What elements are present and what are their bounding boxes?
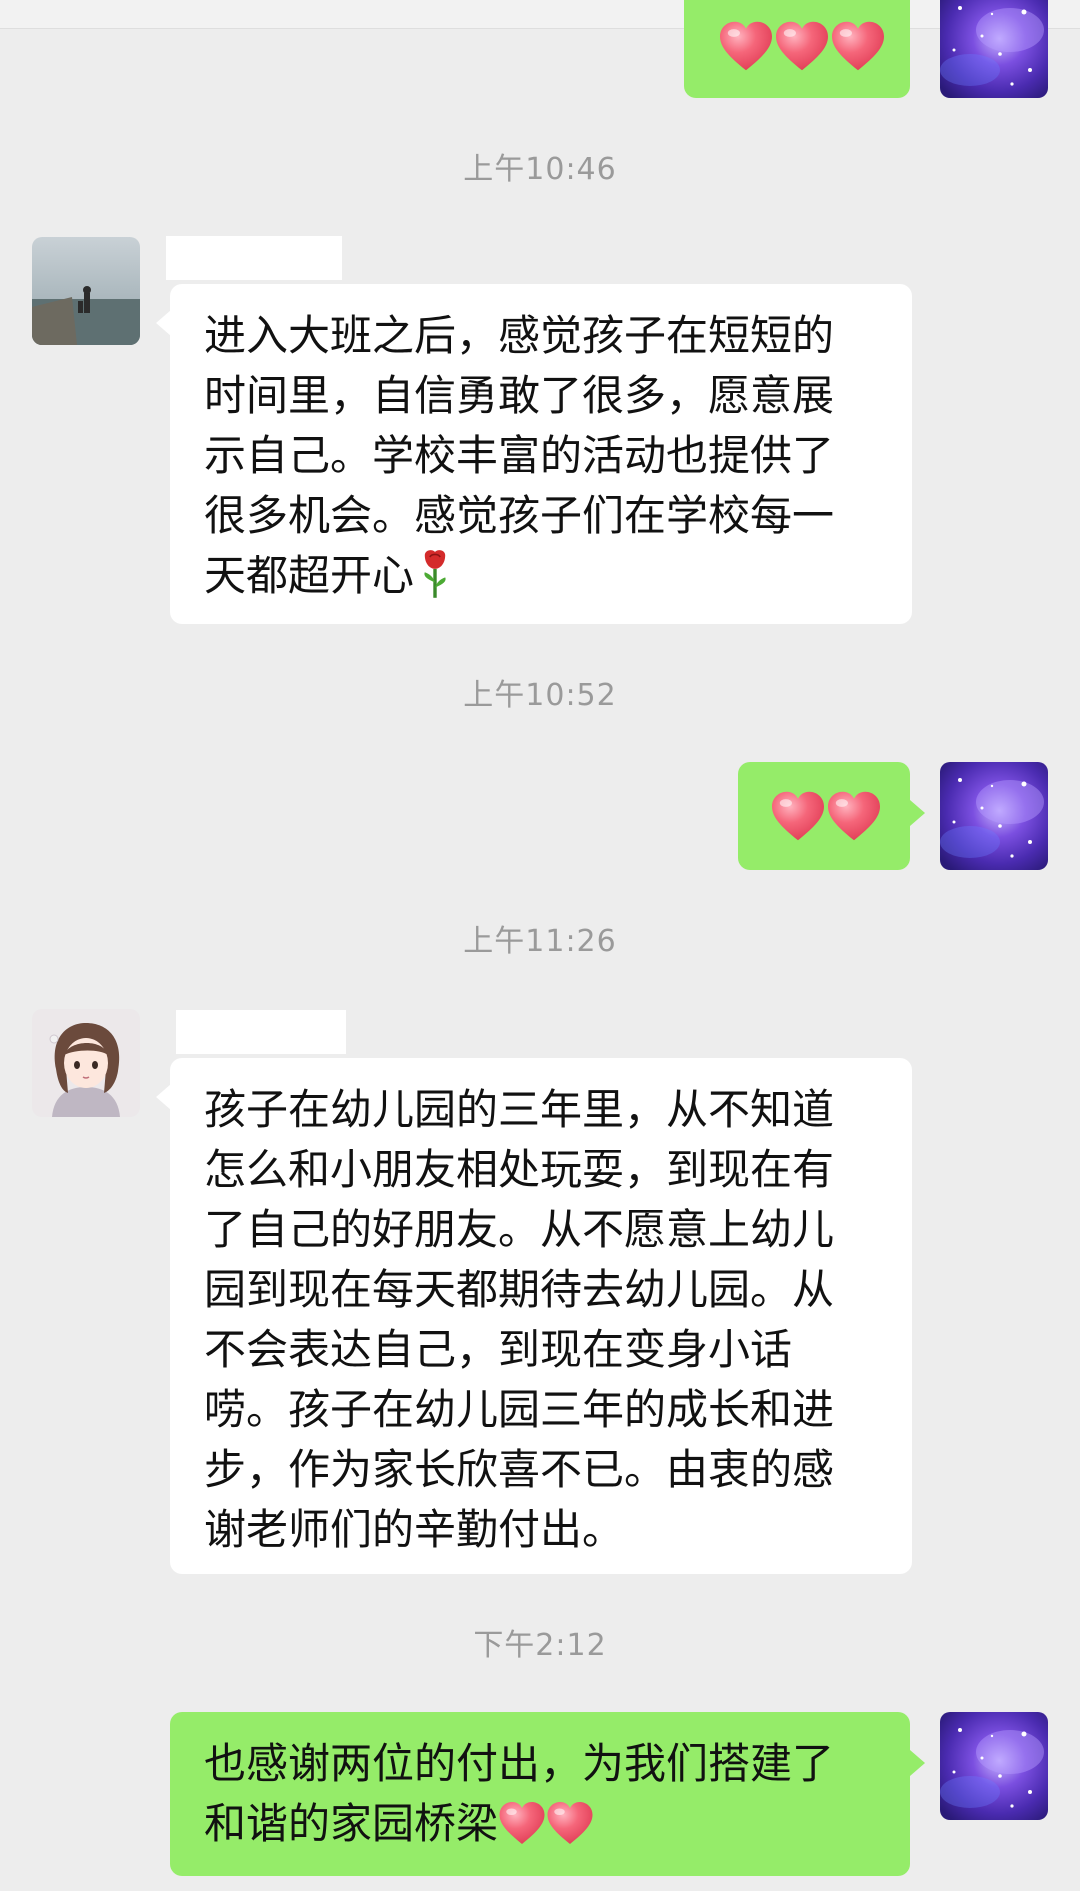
sent-message-hearts[interactable]	[684, 0, 910, 98]
heart-icon	[774, 20, 830, 72]
heart-icon	[830, 20, 886, 72]
message-line: 进入大班之后，感觉孩子在短短的	[204, 311, 835, 360]
contact-avatar-seaside[interactable]	[32, 237, 140, 345]
heart-icon	[498, 1800, 546, 1846]
top-divider	[0, 0, 1080, 29]
message-line: 园到现在每天都期待去幼儿园。从	[204, 1265, 835, 1314]
timestamp: 上午11:26	[463, 924, 617, 959]
rose-icon	[424, 550, 446, 598]
message-line: 也感谢两位的付出，为我们搭建了	[204, 1739, 835, 1788]
own-avatar[interactable]	[940, 762, 1048, 870]
message-line-last: 天都超开心	[204, 546, 882, 606]
own-avatar[interactable]	[940, 0, 1048, 98]
bubble-tail	[910, 800, 925, 826]
sent-message[interactable]: 也感谢两位的付出，为我们搭建了 和谐的家园桥梁	[170, 1712, 910, 1876]
message-line: 时间里，自信勇敢了很多，愿意展	[204, 371, 835, 420]
sender-name-redacted	[166, 236, 342, 280]
received-message[interactable]: 进入大班之后，感觉孩子在短短的 时间里，自信勇敢了很多，愿意展 示自己。学校丰富…	[170, 284, 912, 624]
own-avatar[interactable]	[940, 1712, 1048, 1820]
hearts-group	[770, 790, 882, 842]
received-message[interactable]: 孩子在幼儿园的三年里，从不知道 怎么和小朋友相处玩耍，到现在有 了自己的好朋友。…	[170, 1058, 912, 1574]
bubble-tail	[910, 1750, 925, 1776]
message-line-text: 天都超开心	[204, 551, 415, 600]
sent-message-hearts[interactable]	[738, 762, 910, 870]
message-line-last: 和谐的家园桥梁	[204, 1794, 880, 1854]
heart-icon	[770, 790, 826, 842]
bubble-tail	[156, 1084, 171, 1110]
seaside-photo-icon	[32, 237, 140, 345]
timestamp: 上午10:46	[463, 152, 617, 187]
sender-name-redacted	[176, 1010, 346, 1054]
heart-icon	[546, 1800, 594, 1846]
hearts-group	[718, 20, 886, 72]
message-line-text: 和谐的家园桥梁	[204, 1799, 499, 1848]
message-line: 孩子在幼儿园的三年里，从不知道	[204, 1085, 835, 1134]
timestamp: 上午10:52	[463, 678, 617, 713]
message-line: 示自己。学校丰富的活动也提供了	[204, 431, 835, 480]
bubble-tail	[156, 310, 171, 336]
message-line: 谢老师们的辛勤付出。	[204, 1505, 625, 1554]
message-line: 唠。孩子在幼儿园三年的成长和进	[204, 1385, 835, 1434]
message-line: 了自己的好朋友。从不愿意上幼儿	[204, 1205, 835, 1254]
message-line: 怎么和小朋友相处玩耍，到现在有	[204, 1145, 835, 1194]
message-line: 步，作为家长欣喜不已。由衷的感	[204, 1445, 835, 1494]
timestamp: 下午2:12	[473, 1628, 607, 1663]
heart-icon	[826, 790, 882, 842]
heart-icon	[718, 20, 774, 72]
anime-girl-icon	[32, 1009, 140, 1117]
message-line: 不会表达自己，到现在变身小话	[204, 1325, 793, 1374]
contact-avatar-girl[interactable]	[32, 1009, 140, 1117]
message-line: 很多机会。感觉孩子们在学校每一	[204, 491, 835, 540]
